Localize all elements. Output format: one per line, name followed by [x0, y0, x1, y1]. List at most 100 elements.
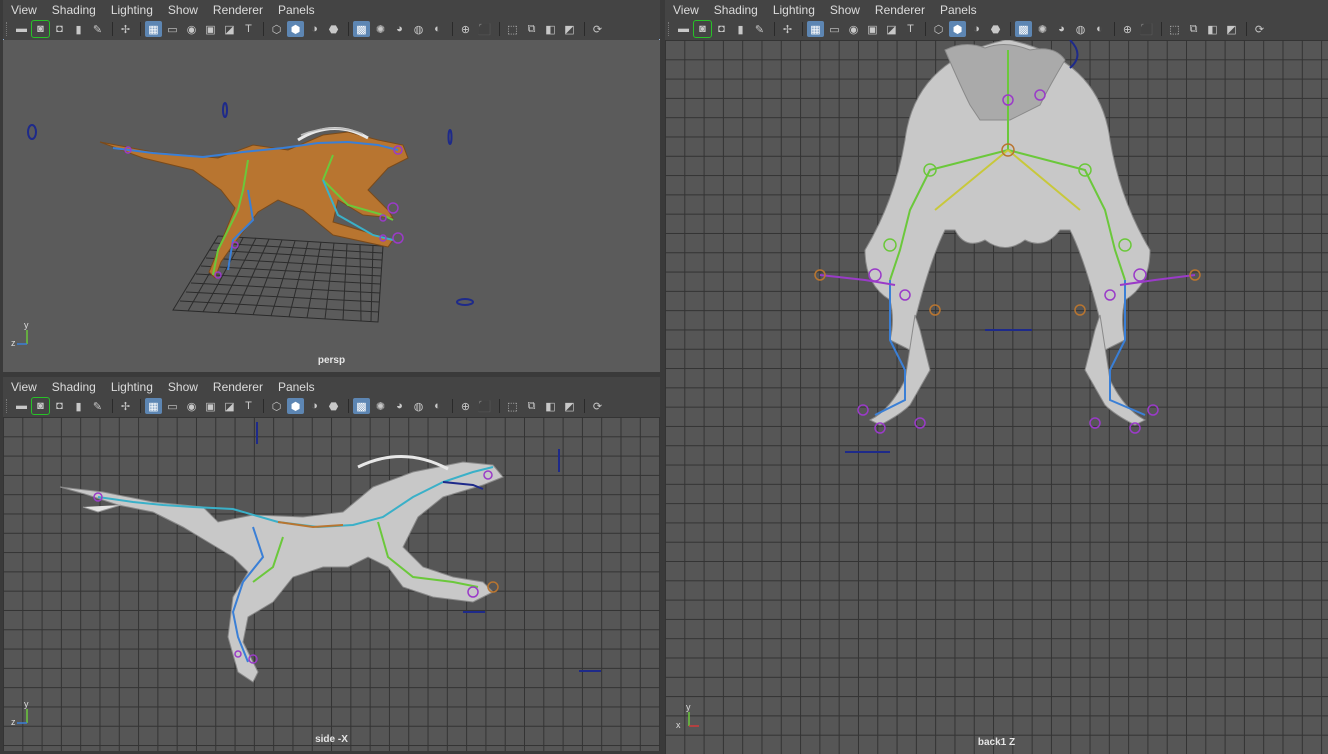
2d-pan-zoom-icon[interactable]: ✎ — [89, 398, 106, 414]
back-panel[interactable]: View Shading Lighting Show Renderer Panels ▬ ◙… — [665, 0, 1328, 754]
menu-panels[interactable]: Panels — [940, 3, 977, 17]
menu-shading[interactable]: Shading — [714, 3, 758, 17]
frame-all-icon[interactable]: ◩ — [561, 398, 578, 414]
menu-panels[interactable]: Panels — [278, 380, 315, 394]
persp-viewport[interactable]: y z persp — [3, 40, 660, 372]
menu-panels[interactable]: Panels — [278, 3, 315, 17]
grid-icon[interactable]: ▦ — [807, 21, 824, 37]
motion-blur-icon[interactable]: ◐ — [429, 398, 446, 414]
use-all-lights-icon[interactable]: ✺ — [1034, 21, 1051, 37]
film-gate-icon[interactable]: ▭ — [164, 21, 181, 37]
resolution-gate-icon[interactable]: ◉ — [183, 398, 200, 414]
safe-title-icon[interactable]: T — [240, 398, 257, 414]
component-xray-icon[interactable]: ◧ — [1204, 21, 1221, 37]
smooth-shade-icon[interactable]: ⬢ — [287, 398, 304, 414]
safe-title-icon[interactable]: T — [240, 21, 257, 37]
menu-view[interactable]: View — [673, 3, 699, 17]
hud-icon[interactable]: ⧉ — [1185, 21, 1202, 37]
toolbar-grip[interactable] — [6, 399, 9, 413]
gate-mask-icon[interactable]: ▣ — [864, 21, 881, 37]
menu-shading[interactable]: Shading — [52, 380, 96, 394]
motion-blur-icon[interactable]: ◐ — [1091, 21, 1108, 37]
wireframe-on-shaded-icon[interactable]: ⬣ — [987, 21, 1004, 37]
side-panel[interactable]: View Shading Lighting Show Renderer Panels ▬ ◙… — [3, 377, 660, 751]
persp-panel[interactable]: View Shading Lighting Show Renderer Panels ▬ ◙… — [3, 0, 660, 372]
wireframe-icon[interactable]: ⬡ — [268, 398, 285, 414]
anti-aliasing-icon[interactable]: ⊕ — [457, 398, 474, 414]
grid-icon[interactable]: ▦ — [145, 398, 162, 414]
isolate-select-icon[interactable]: ⬛ — [1138, 21, 1155, 37]
anti-aliasing-icon[interactable]: ⊕ — [457, 21, 474, 37]
component-xray-icon[interactable]: ◧ — [542, 398, 559, 414]
xray-joints-icon[interactable]: ⬚ — [504, 398, 521, 414]
shadows-icon[interactable]: ◕ — [1053, 21, 1070, 37]
default-material-icon[interactable]: ◑ — [968, 21, 985, 37]
isolate-select-icon[interactable]: ⬛ — [476, 398, 493, 414]
wireframe-on-shaded-icon[interactable]: ⬣ — [325, 21, 342, 37]
toolbar-grip[interactable] — [668, 22, 671, 36]
menu-shading[interactable]: Shading — [52, 3, 96, 17]
menu-view[interactable]: View — [11, 380, 37, 394]
resolution-gate-icon[interactable]: ◉ — [183, 21, 200, 37]
smooth-shade-icon[interactable]: ⬢ — [949, 21, 966, 37]
select-camera-icon[interactable]: ▬ — [13, 21, 30, 37]
film-gate-icon[interactable]: ▭ — [826, 21, 843, 37]
wireframe-icon[interactable]: ⬡ — [268, 21, 285, 37]
menu-lighting[interactable]: Lighting — [111, 380, 153, 394]
bookmarks-icon[interactable]: ◘ — [51, 21, 68, 37]
hud-icon[interactable]: ⧉ — [523, 21, 540, 37]
default-material-icon[interactable]: ◑ — [306, 398, 323, 414]
refresh-icon[interactable]: ⟳ — [589, 21, 606, 37]
component-xray-icon[interactable]: ◧ — [542, 21, 559, 37]
field-chart-icon[interactable]: ◪ — [883, 21, 900, 37]
shadows-icon[interactable]: ◕ — [391, 398, 408, 414]
grease-pencil-icon[interactable]: ✢ — [117, 21, 134, 37]
image-plane-icon[interactable]: ▮ — [70, 398, 87, 414]
grease-pencil-icon[interactable]: ✢ — [117, 398, 134, 414]
xray-icon[interactable]: ▩ — [1015, 21, 1032, 37]
xray-joints-icon[interactable]: ⬚ — [504, 21, 521, 37]
use-all-lights-icon[interactable]: ✺ — [372, 398, 389, 414]
xray-joints-icon[interactable]: ⬚ — [1166, 21, 1183, 37]
select-camera-icon[interactable]: ▬ — [675, 21, 692, 37]
select-camera-icon[interactable]: ▬ — [13, 398, 30, 414]
refresh-icon[interactable]: ⟳ — [589, 398, 606, 414]
motion-blur-icon[interactable]: ◐ — [429, 21, 446, 37]
isolate-select-icon[interactable]: ⬛ — [476, 21, 493, 37]
side-viewport[interactable]: y z side -X — [3, 417, 660, 751]
default-material-icon[interactable]: ◑ — [306, 21, 323, 37]
smooth-shade-icon[interactable]: ⬢ — [287, 21, 304, 37]
grease-pencil-icon[interactable]: ✢ — [779, 21, 796, 37]
camera-attributes-icon[interactable]: ◙ — [31, 20, 50, 38]
field-chart-icon[interactable]: ◪ — [221, 398, 238, 414]
screen-space-ao-icon[interactable]: ◍ — [410, 21, 427, 37]
menu-renderer[interactable]: Renderer — [875, 3, 925, 17]
hud-icon[interactable]: ⧉ — [523, 398, 540, 414]
bookmarks-icon[interactable]: ◘ — [51, 398, 68, 414]
2d-pan-zoom-icon[interactable]: ✎ — [89, 21, 106, 37]
menu-renderer[interactable]: Renderer — [213, 3, 263, 17]
toolbar-grip[interactable] — [6, 22, 9, 36]
screen-space-ao-icon[interactable]: ◍ — [1072, 21, 1089, 37]
field-chart-icon[interactable]: ◪ — [221, 21, 238, 37]
gate-mask-icon[interactable]: ▣ — [202, 398, 219, 414]
shadows-icon[interactable]: ◕ — [391, 21, 408, 37]
menu-show[interactable]: Show — [830, 3, 860, 17]
xray-icon[interactable]: ▩ — [353, 21, 370, 37]
2d-pan-zoom-icon[interactable]: ✎ — [751, 21, 768, 37]
wireframe-icon[interactable]: ⬡ — [930, 21, 947, 37]
gate-mask-icon[interactable]: ▣ — [202, 21, 219, 37]
wireframe-on-shaded-icon[interactable]: ⬣ — [325, 398, 342, 414]
image-plane-icon[interactable]: ▮ — [732, 21, 749, 37]
frame-all-icon[interactable]: ◩ — [561, 21, 578, 37]
image-plane-icon[interactable]: ▮ — [70, 21, 87, 37]
refresh-icon[interactable]: ⟳ — [1251, 21, 1268, 37]
menu-view[interactable]: View — [11, 3, 37, 17]
camera-attributes-icon[interactable]: ◙ — [31, 397, 50, 415]
menu-lighting[interactable]: Lighting — [773, 3, 815, 17]
screen-space-ao-icon[interactable]: ◍ — [410, 398, 427, 414]
menu-renderer[interactable]: Renderer — [213, 380, 263, 394]
grid-icon[interactable]: ▦ — [145, 21, 162, 37]
bookmarks-icon[interactable]: ◘ — [713, 21, 730, 37]
menu-show[interactable]: Show — [168, 3, 198, 17]
